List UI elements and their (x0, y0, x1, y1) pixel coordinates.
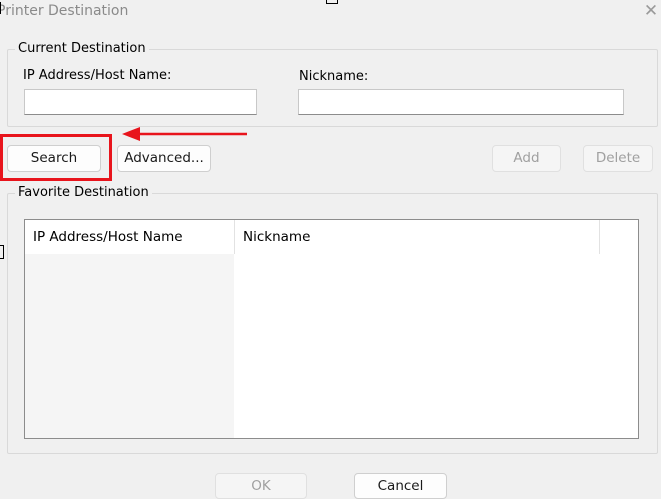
favorite-destination-list[interactable]: IP Address/Host Name ^ Nickname (24, 219, 639, 439)
screenshot-artifact-left-top (0, 2, 3, 14)
favorite-destination-legend: Favorite Destination (15, 185, 152, 200)
delete-button[interactable]: Delete (583, 145, 653, 172)
advanced-button[interactable]: Advanced... (117, 145, 211, 172)
column-separator-end[interactable] (599, 220, 600, 254)
screenshot-artifact-top (326, 0, 338, 4)
list-column-ip-area (25, 254, 234, 438)
ip-address-label: IP Address/Host Name: (23, 68, 172, 83)
red-arrow-annotation (122, 127, 247, 141)
add-button[interactable]: Add (492, 145, 561, 172)
nickname-input[interactable] (298, 89, 624, 115)
screenshot-artifact-left-mid (0, 245, 4, 259)
search-button[interactable]: Search (7, 145, 101, 172)
ok-button[interactable]: OK (215, 473, 307, 499)
close-icon[interactable]: ✕ (641, 0, 661, 22)
cancel-button[interactable]: Cancel (354, 473, 447, 499)
window-title: Printer Destination (0, 3, 129, 19)
column-header-nickname[interactable]: Nickname (235, 220, 599, 254)
column-header-nickname-label: Nickname (243, 229, 311, 245)
current-destination-legend: Current Destination (15, 41, 149, 56)
current-destination-group (7, 49, 658, 127)
ip-address-input[interactable] (24, 89, 257, 115)
column-header-ip-address-label: IP Address/Host Name (33, 229, 183, 245)
sort-ascending-icon: ^ (126, 219, 137, 228)
nickname-label: Nickname: (299, 69, 369, 84)
